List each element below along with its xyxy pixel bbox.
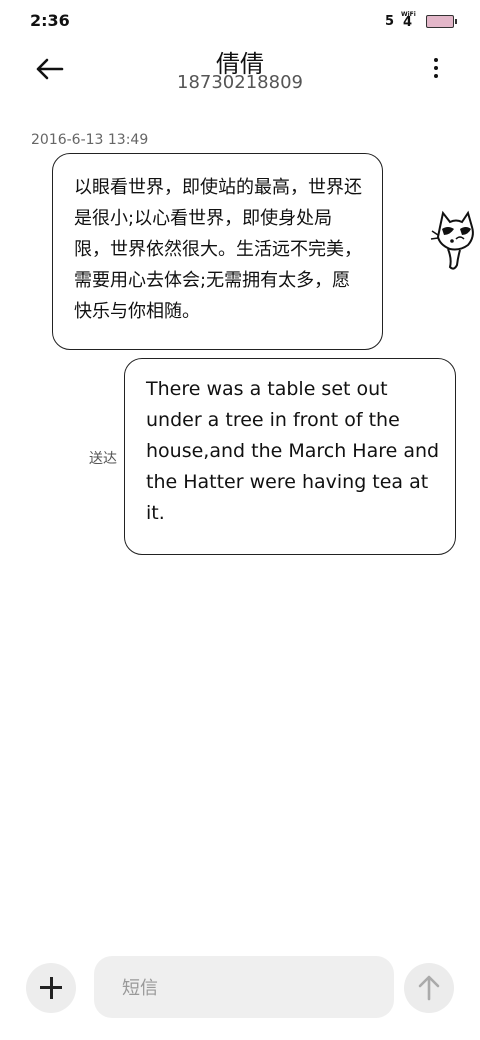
contact-phone-number: 18730218809 (177, 72, 303, 93)
more-vertical-icon (434, 58, 438, 62)
delivery-status: 送达 (89, 451, 117, 467)
wifi-icon: WiFi 4 (400, 11, 416, 30)
send-button[interactable] (404, 963, 454, 1013)
cat-sticker-image (430, 205, 480, 275)
conversation-header: 倩倩 18730218809 (0, 40, 480, 104)
more-options-button[interactable] (428, 58, 444, 80)
outgoing-message-bubble[interactable]: There was a table set out under a tree i… (124, 358, 456, 555)
wifi-strength: 4 (403, 15, 413, 30)
incoming-message-bubble[interactable]: 以眼看世界，即使站的最高，世界还是很小;以心看世界，即使身处局限，世界依然很大。… (52, 153, 383, 350)
status-time: 2:36 (30, 11, 70, 30)
arrow-up-icon (418, 975, 440, 1001)
add-attachment-button[interactable] (26, 963, 76, 1013)
signal-indicator: 5 (384, 13, 394, 29)
incoming-message-text: 以眼看世界，即使站的最高，世界还是很小;以心看世界，即使身处局限，世界依然很大。… (74, 177, 362, 322)
message-input-placeholder: 短信 (122, 978, 158, 999)
message-timestamp: 2016-6-13 13:49 (31, 132, 149, 148)
status-icons: 5 WiFi 4 (384, 11, 457, 30)
status-bar: 2:36 5 WiFi 4 (0, 0, 480, 40)
message-input[interactable]: 短信 (94, 956, 394, 1018)
battery-icon (426, 14, 457, 28)
sms-conversation-screen: 2:36 5 WiFi 4 倩倩 18730218809 2016-6-13 1… (0, 0, 480, 1040)
outgoing-message-text: There was a table set out under a tree i… (146, 378, 440, 524)
